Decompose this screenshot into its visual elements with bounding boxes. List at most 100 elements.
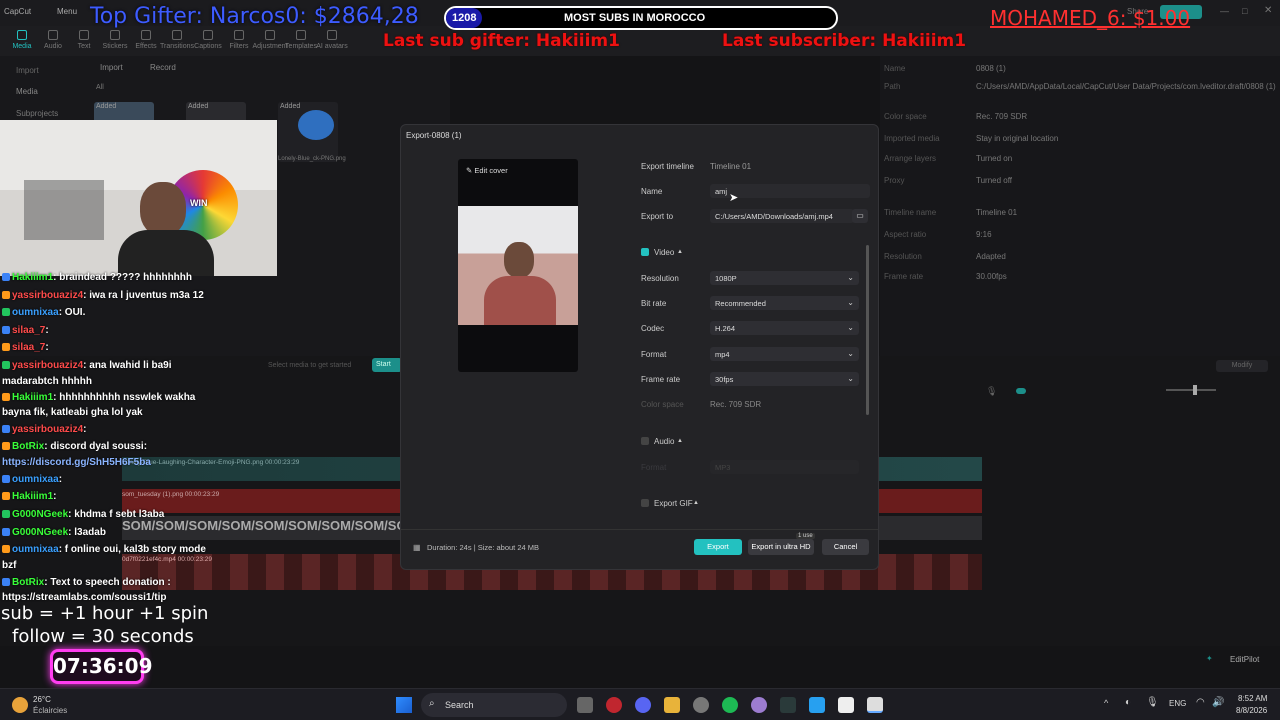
media-thumb[interactable]: Added <box>278 102 338 162</box>
discord-icon[interactable] <box>635 697 651 713</box>
chat-text: bayna fik, katleabi gha lol yak <box>2 407 143 418</box>
modify-button[interactable]: Modify <box>1216 360 1268 372</box>
subprojects-tab[interactable]: Subprojects <box>16 109 58 118</box>
video-checkbox[interactable] <box>641 248 649 256</box>
collapse-icon[interactable]: ▲ <box>677 438 683 444</box>
chat-text: : <box>53 491 57 502</box>
export-path-input[interactable]: C:/Users/AMD/Downloads/amj.mp4 <box>710 209 854 223</box>
editpilot-button[interactable]: ✦ EditPilot <box>1206 652 1270 668</box>
import-tab[interactable]: Import <box>16 66 39 75</box>
export-button[interactable]: Export <box>694 539 742 555</box>
gif-checkbox[interactable] <box>641 499 649 507</box>
added-label: Added <box>96 103 117 110</box>
terminal-icon[interactable] <box>780 697 796 713</box>
chat-message: yassirbouaziz4: iwa ra l juventus m3a 12 <box>2 290 204 301</box>
capcut-active-icon[interactable] <box>867 697 883 713</box>
sub-rule-text: sub = +1 hour +1 spin <box>1 603 209 624</box>
export-dialog: Export-0808 (1) ✎ Edit cover Export time… <box>400 124 879 570</box>
spotify-icon[interactable] <box>722 697 738 713</box>
resolution-select[interactable]: 1080P ⌄ <box>710 271 859 285</box>
timeline-controls: 🎙 <box>980 382 1280 402</box>
chat-text: : <box>45 325 49 336</box>
file-explorer-icon[interactable] <box>664 697 680 713</box>
chevron-down-icon: ⌄ <box>847 298 854 307</box>
scrollbar[interactable] <box>866 245 869 415</box>
obs-icon[interactable] <box>693 697 709 713</box>
opera-icon[interactable] <box>606 697 622 713</box>
framerate-select[interactable]: 30fps ⌄ <box>710 372 859 386</box>
export-gif-label[interactable]: Export GIF <box>654 499 693 508</box>
taskbar-search[interactable]: ⌕ Search <box>421 693 567 717</box>
toolbar-item-ai-avatars[interactable]: AI avatars <box>314 30 350 50</box>
media-tab[interactable]: Media <box>16 87 38 96</box>
chat-message: BotRix: Text to speech donation : <box>2 577 171 588</box>
framerate-label: Frame rate <box>641 375 681 384</box>
task-view-icon[interactable] <box>577 697 593 713</box>
app-icon[interactable] <box>809 697 825 713</box>
chevron-down-icon: ⌄ <box>847 374 854 383</box>
chat-username: Hakiiim1 <box>12 272 54 283</box>
edit-cover-button[interactable]: ✎ Edit cover <box>466 166 508 175</box>
volume-icon[interactable]: 🔊 <box>1212 697 1224 708</box>
close-icon[interactable]: ✕ <box>1264 5 1272 16</box>
chevron-down-icon: ⌄ <box>847 323 854 332</box>
detail-key: Frame rate <box>884 272 924 281</box>
bitrate-select[interactable]: Recommended ⌄ <box>710 296 859 310</box>
chat-username: oumnixaa <box>12 544 59 555</box>
editpilot-label: EditPilot <box>1230 655 1260 664</box>
chat-username: BotRix <box>12 441 45 452</box>
format-select[interactable]: mp4 ⌄ <box>710 347 859 361</box>
audio-format-label: Format <box>641 463 667 472</box>
mic-tray-icon[interactable]: 🎙 <box>1146 697 1159 708</box>
clip-label: som_tuesday (1).png 00:00:23:29 <box>122 491 220 498</box>
start-button[interactable]: Start <box>372 358 402 372</box>
audio-format-select[interactable]: MP3 <box>710 460 859 474</box>
windows-start-icon[interactable] <box>396 697 412 713</box>
chat-text: : f online oui, kal3b story mode <box>58 544 206 555</box>
audio-section-label[interactable]: Audio <box>654 437 674 446</box>
toolbar-label: Filters <box>229 43 249 50</box>
language-indicator[interactable]: ENG <box>1169 699 1186 708</box>
maximize-icon[interactable]: □ <box>1242 6 1247 16</box>
tray-app-icon[interactable]: ◐ <box>1125 697 1131 708</box>
cancel-button[interactable]: Cancel <box>822 539 869 555</box>
all-filter[interactable]: All <box>96 84 104 91</box>
record-button[interactable]: Record <box>150 63 176 72</box>
zoom-slider-handle[interactable] <box>1193 385 1197 395</box>
chat-username: silaa_7 <box>12 342 46 353</box>
folder-icon[interactable]: ▭ <box>852 209 868 223</box>
audio-checkbox[interactable] <box>641 437 649 445</box>
chat-message: bzf <box>2 560 16 571</box>
toolbar-icon <box>296 30 306 40</box>
zoom-slider[interactable] <box>1166 389 1216 391</box>
collapse-icon[interactable]: ▲ <box>677 249 683 255</box>
capcut-taskbar-icon[interactable] <box>838 697 854 713</box>
import-button[interactable]: Import <box>100 63 123 72</box>
minimize-icon[interactable]: — <box>1220 6 1229 16</box>
weather-icon[interactable] <box>12 697 28 713</box>
chevron-up-icon[interactable]: ^ <box>1104 698 1108 708</box>
toolbar-label: AI avatars <box>316 43 348 50</box>
chat-badge-icon <box>2 291 10 299</box>
search-label: Search <box>445 700 474 710</box>
codec-value: H.264 <box>715 324 736 333</box>
clock-date[interactable]: 8/8/2026 <box>1236 706 1267 715</box>
browser-icon[interactable] <box>751 697 767 713</box>
chat-username: oumnixaa <box>12 307 59 318</box>
detail-key: Resolution <box>884 252 922 261</box>
chat-message: silaa_7: <box>2 342 49 353</box>
export-to-label: Export to <box>641 212 674 221</box>
clock-time[interactable]: 8:52 AM <box>1238 694 1267 703</box>
codec-select[interactable]: H.264 ⌄ <box>710 321 859 335</box>
sub-goal-label: MOST SUBS IN MOROCCO <box>564 12 706 24</box>
collapse-icon[interactable]: ▲ <box>693 500 699 506</box>
export-uhd-button[interactable]: Export in ultra HD <box>748 539 814 555</box>
snap-toggle-icon[interactable] <box>1016 388 1026 394</box>
video-section-label[interactable]: Video <box>654 248 674 257</box>
wifi-icon[interactable]: ◠ <box>1196 697 1205 708</box>
footer-divider <box>401 529 878 530</box>
streamer-head <box>140 182 186 236</box>
menu-button[interactable]: Menu <box>57 7 77 16</box>
mic-icon[interactable]: 🎙 <box>986 386 997 397</box>
toolbar-label: Captions <box>194 43 222 50</box>
